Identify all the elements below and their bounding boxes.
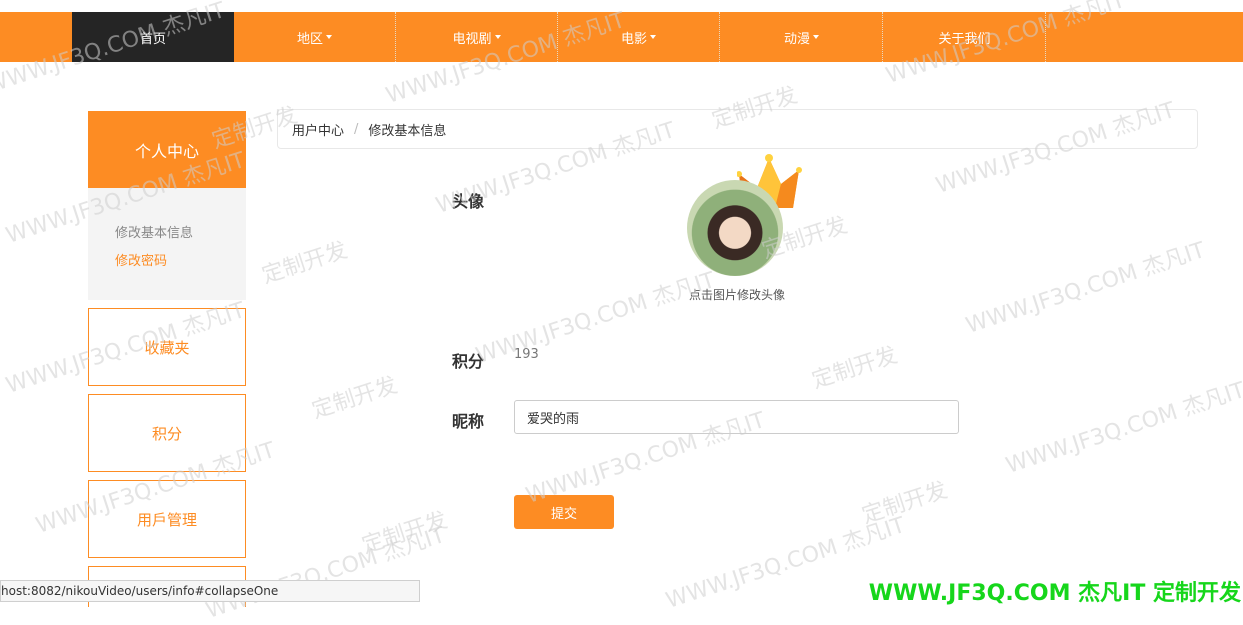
status-bar-url: host:8082/nikouVideo/users/info#collapse… [0, 580, 420, 602]
nav-anime-label: 动漫 [783, 31, 810, 47]
avatar[interactable] [685, 150, 810, 285]
nav-region-dropdown[interactable]: 地区 [234, 12, 396, 62]
nav-home[interactable]: 首页 [72, 12, 234, 62]
watermark-text: 定制开发 [259, 237, 351, 289]
sidebar-item-edit-info[interactable]: 修改基本信息 [115, 222, 193, 241]
watermark-text: WWW.JF3Q.COM 杰凡IT [1003, 377, 1243, 479]
sidebar-item-user-management-label: 用戶管理 [136, 510, 197, 529]
watermark-text: 定制开发 [309, 372, 401, 424]
watermark-text: 定制开发 [809, 342, 901, 394]
score-value: 193 [514, 347, 539, 362]
nav-movie-label: 电影 [620, 31, 647, 47]
breadcrumb: 用户中心 / 修改基本信息 [277, 109, 1198, 149]
watermark-text: 定制开发 [859, 477, 951, 529]
breadcrumb-separator: / [354, 121, 359, 137]
avatar-image[interactable] [687, 180, 783, 276]
caret-down-icon [494, 35, 501, 39]
score-label: 积分 [452, 352, 485, 371]
caret-down-icon [326, 35, 332, 39]
sidebar-item-favorites[interactable]: 收藏夹 [88, 308, 246, 386]
nav-anime-dropdown[interactable]: 动漫 [721, 12, 883, 62]
sidebar-header-label: 个人中心 [134, 141, 199, 161]
breadcrumb-current: 修改基本信息 [368, 123, 447, 139]
breadcrumb-root[interactable]: 用户中心 [292, 120, 344, 139]
sidebar-item-favorites-label: 收藏夹 [144, 338, 190, 357]
watermark-text: 定制开发 [359, 507, 451, 559]
watermark-text: WWW.JF3Q.COM 杰凡IT [963, 237, 1209, 339]
watermark-text: WWW.JF3Q.COM 杰凡IT [473, 267, 719, 369]
sidebar-header[interactable]: 个人中心 [88, 111, 246, 188]
nav-about[interactable]: 关于我们 [884, 12, 1046, 62]
nickname-input[interactable] [514, 400, 959, 434]
nav-tv-label: 电视剧 [452, 31, 492, 47]
sidebar-item-change-password[interactable]: 修改密码 [115, 250, 167, 269]
nav-movie-dropdown[interactable]: 电影 [558, 12, 720, 62]
nickname-label: 昵称 [452, 412, 485, 431]
nav-tv-dropdown[interactable]: 电视剧 [396, 12, 558, 62]
submit-button[interactable]: 提交 [514, 495, 614, 529]
avatar-hint[interactable]: 点击图片修改头像 [681, 286, 793, 303]
nav-region-label: 地区 [296, 31, 323, 47]
top-navbar: 首页 地区 电视剧 电影 动漫 关于我们 [0, 12, 1243, 62]
sidebar-item-points-label: 积分 [151, 424, 182, 443]
nav-about-label: 关于我们 [938, 31, 991, 47]
caret-down-icon [650, 35, 656, 39]
nav-home-label: 首页 [139, 31, 166, 47]
caret-down-icon [813, 35, 819, 39]
sidebar-item-points[interactable]: 积分 [88, 394, 246, 472]
sidebar-item-user-management[interactable]: 用戶管理 [88, 480, 246, 558]
footer-watermark: WWW.JF3Q.COM 杰凡IT 定制开发 [868, 581, 1241, 606]
avatar-label: 头像 [452, 192, 485, 211]
sidebar-submenu: 修改基本信息 修改密码 [88, 188, 246, 300]
